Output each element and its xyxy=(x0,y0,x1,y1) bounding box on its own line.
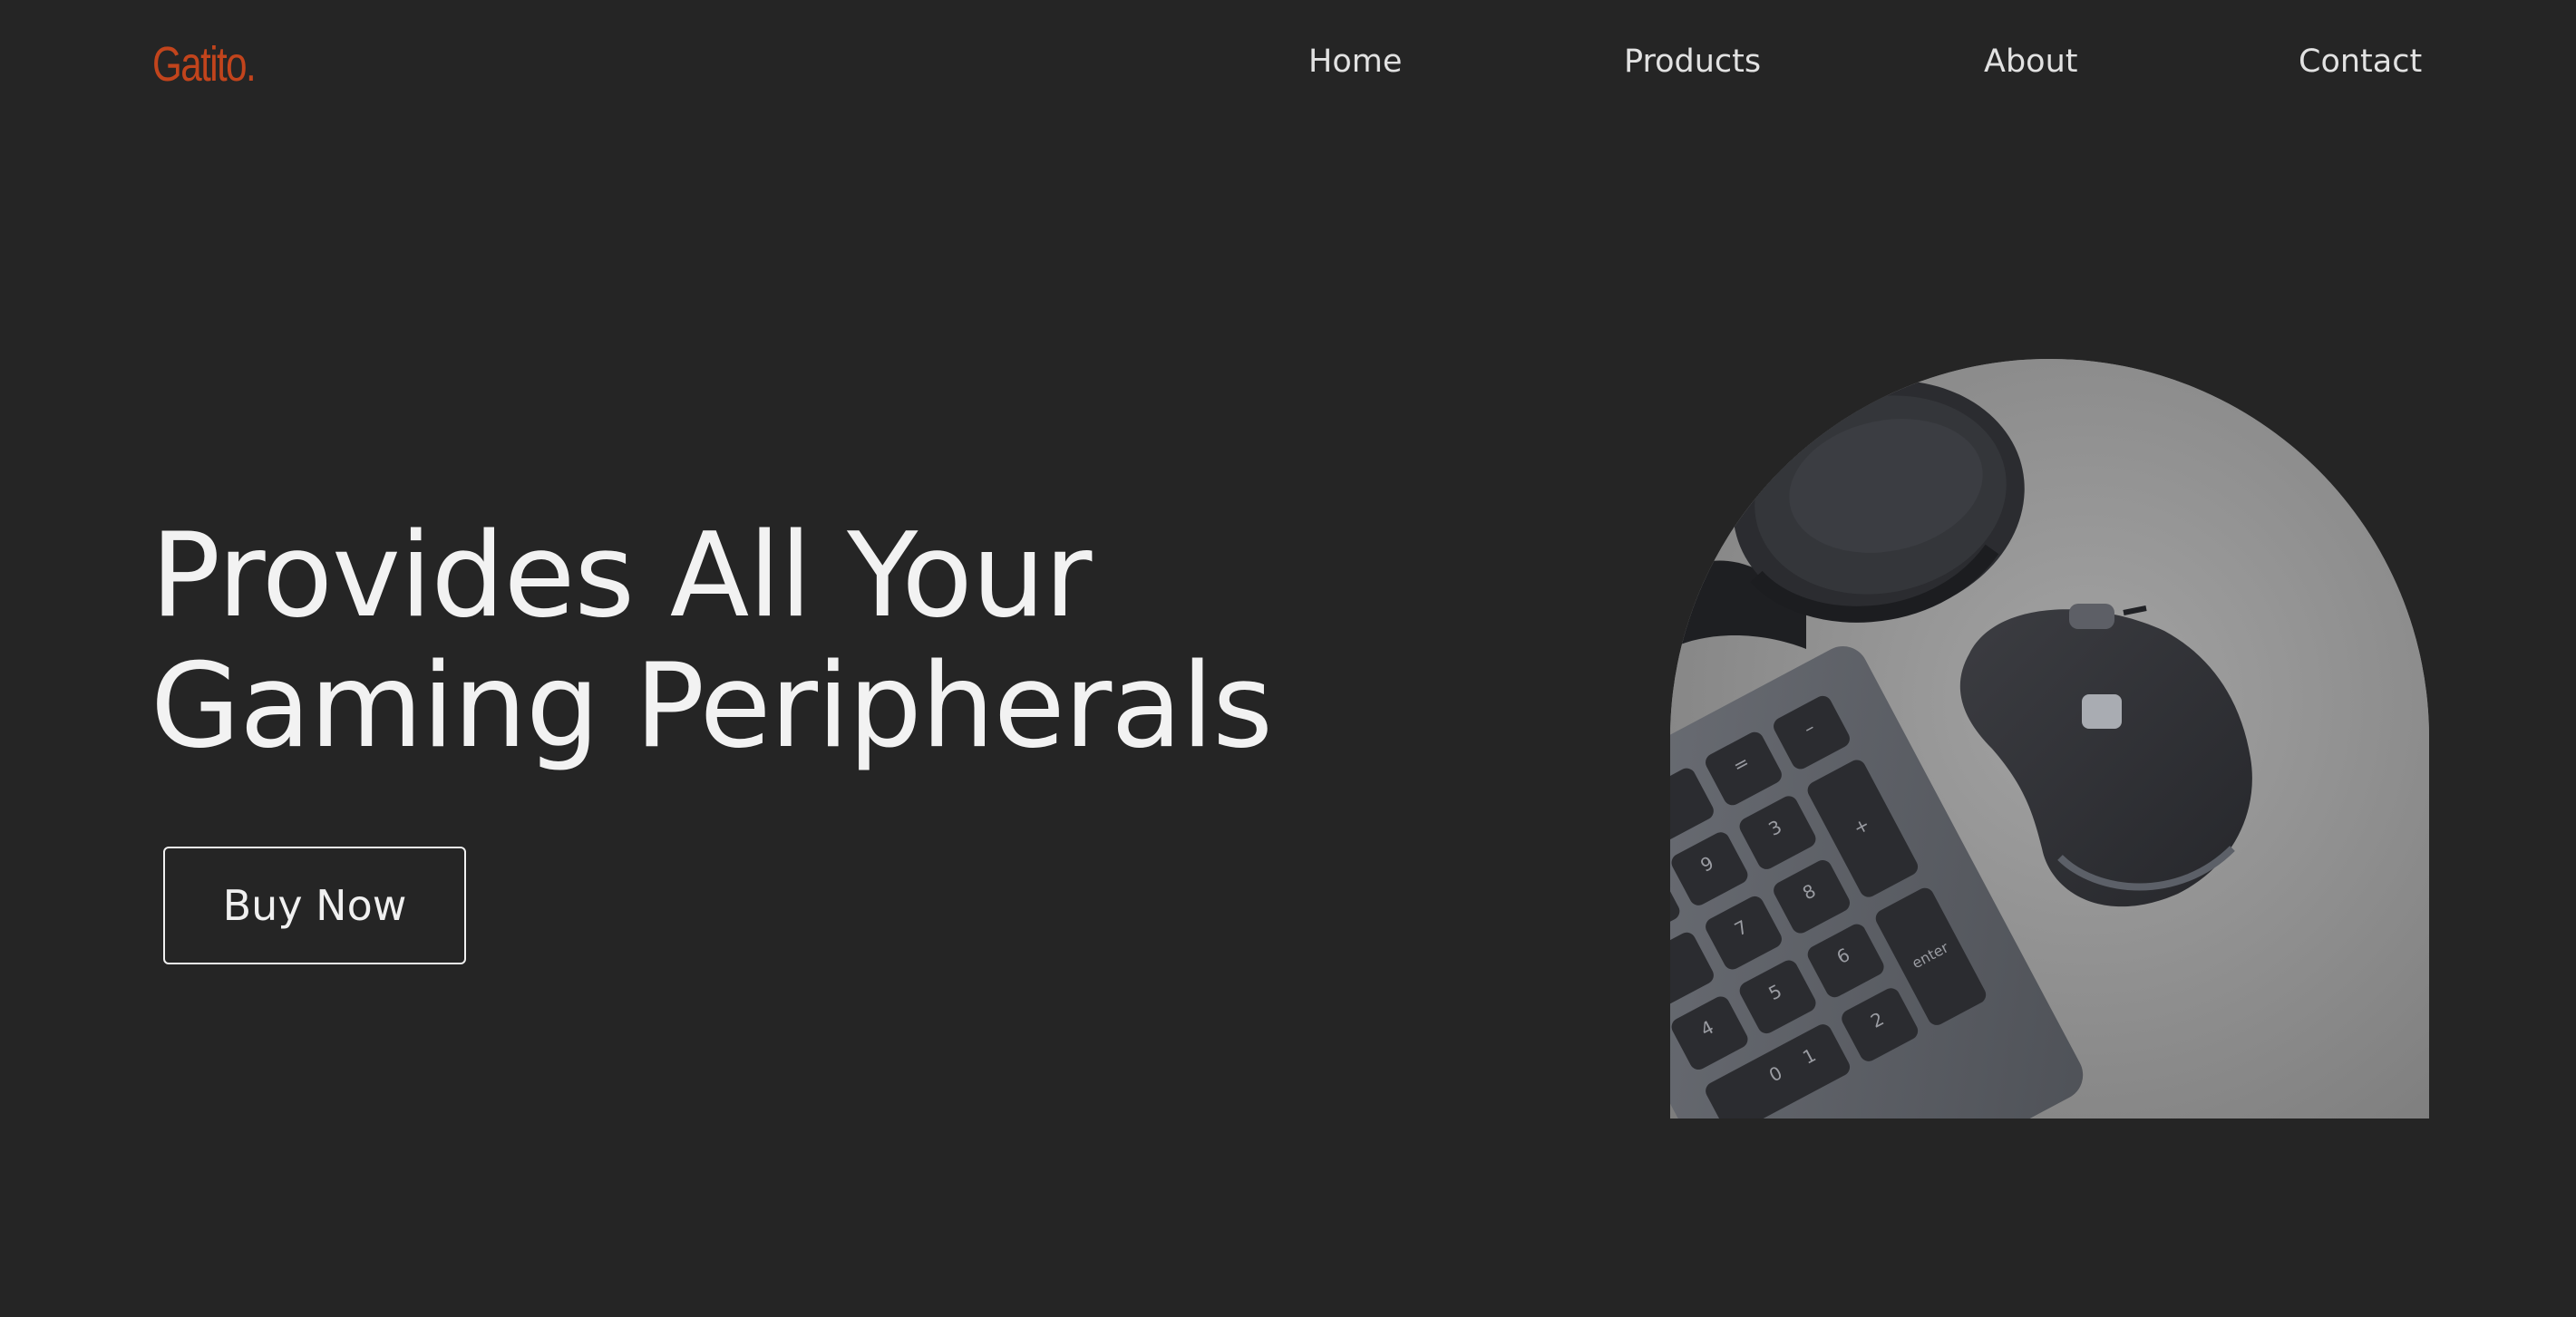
nav-link-home[interactable]: Home xyxy=(1308,44,1402,80)
buy-now-button[interactable]: Buy Now xyxy=(163,847,466,964)
main-nav: Home Products About Contact xyxy=(0,44,2576,89)
landing-page: Gatito. Home Products About Contact Prov… xyxy=(0,0,2576,1317)
nav-link-about[interactable]: About xyxy=(1984,44,2077,80)
nav-link-contact[interactable]: Contact xyxy=(2299,44,2422,80)
hero-title-line-2: Gaming Peripherals xyxy=(151,639,1273,774)
nav-link-products[interactable]: Products xyxy=(1624,44,1761,80)
hero-title-line-1: Provides All Your xyxy=(151,508,1092,644)
hero-product-image: 7 8 9 4 5 6 1 2 3 0 + – = enter xyxy=(1670,359,2429,1118)
hero-title: Provides All Your Gaming Peripherals xyxy=(151,508,1273,774)
